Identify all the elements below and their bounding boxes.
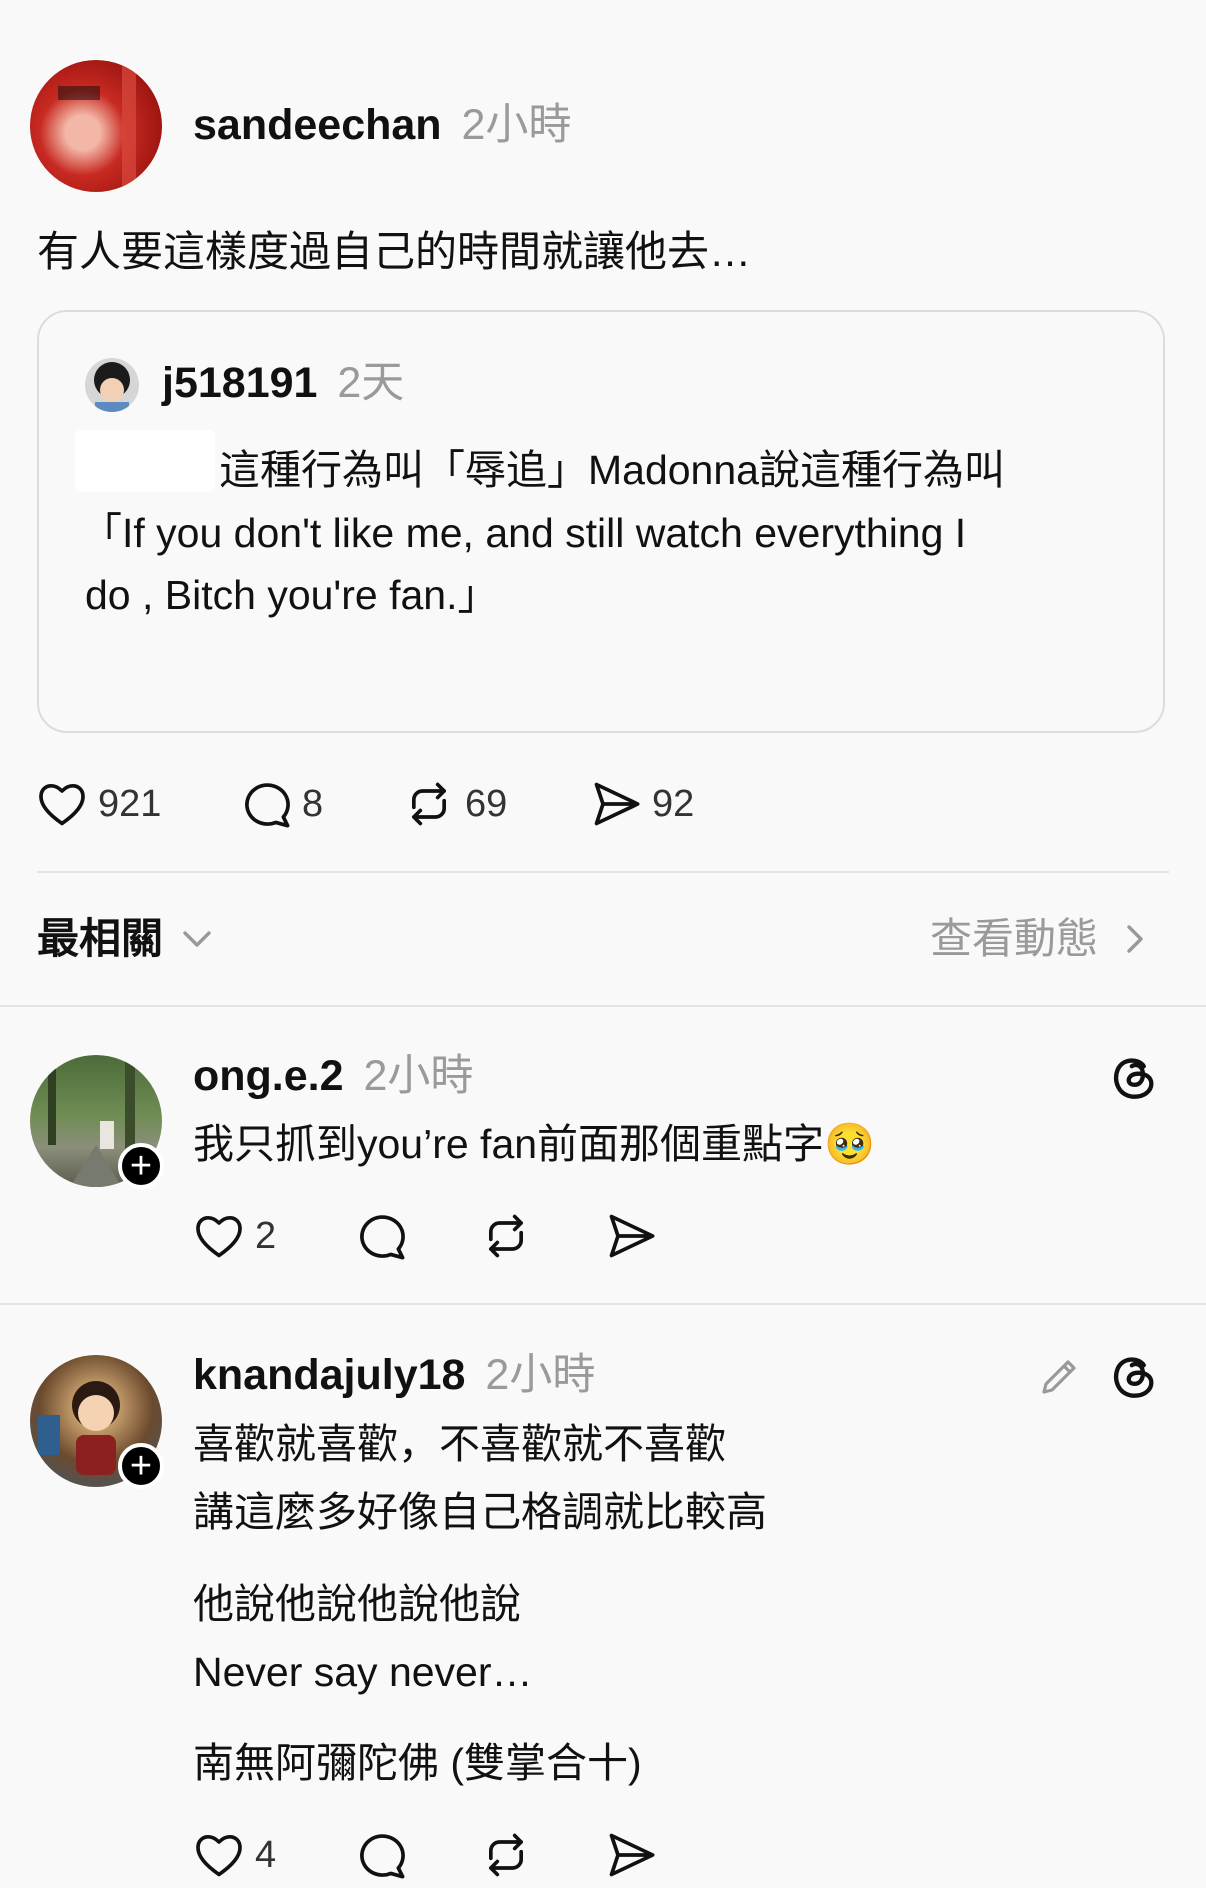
pencil-icon[interactable]	[1036, 1352, 1084, 1400]
comment-bubble-icon	[355, 1829, 407, 1881]
comment-bubble-icon	[240, 778, 292, 830]
comment-button[interactable]	[355, 1829, 407, 1881]
post-username[interactable]: sandeechan	[193, 101, 442, 149]
divider	[0, 1303, 1206, 1305]
reply-text-line-3: 他說他說他說他說	[193, 1581, 521, 1627]
like-button[interactable]: 921	[36, 778, 161, 830]
quote-text-line-1: 這種行為叫「辱追」Madonna說這種行為叫	[219, 447, 1005, 493]
quote-avatar-image	[94, 362, 130, 412]
divider	[37, 871, 1169, 873]
reply-text-line-5: 南無阿彌陀佛 (雙掌合十)	[193, 1740, 642, 1786]
reply-time: 2小時	[363, 1052, 474, 1100]
reply-header: knandajuly18 2小時	[193, 1346, 595, 1404]
repost-icon	[480, 1210, 532, 1262]
like-button[interactable]: 2	[193, 1210, 276, 1262]
comment-count: 8	[302, 782, 324, 825]
chevron-down-icon	[183, 931, 211, 947]
send-icon	[605, 1210, 657, 1262]
reply-text: 我只抓到you’re fan前面那個重點字🥹	[193, 1121, 876, 1167]
repost-count: 69	[465, 782, 508, 825]
like-count: 4	[255, 1833, 277, 1876]
quote-header: j518191 2天	[162, 354, 404, 412]
repost-icon	[403, 778, 455, 830]
reply-text-line-2: 講這麼多好像自己格調就比較高	[193, 1489, 767, 1535]
reply-header: ong.e.2 2小時	[193, 1047, 473, 1105]
reply-username[interactable]: ong.e.2	[193, 1052, 344, 1100]
comment-button[interactable]: 8	[240, 778, 323, 830]
follow-button[interactable]: +	[118, 1443, 164, 1489]
reply-username[interactable]: knandajuly18	[193, 1351, 465, 1399]
repost-icon	[480, 1829, 532, 1881]
send-icon	[590, 778, 642, 830]
quote-username[interactable]: j518191	[162, 359, 317, 407]
reply-text-line-4: Never say never…	[193, 1649, 533, 1695]
chevron-right-icon	[1127, 925, 1143, 953]
like-count: 921	[98, 782, 162, 825]
quote-text-line-2: 「If you don't like me, and still watch e…	[81, 510, 967, 556]
sort-label: 最相關	[37, 915, 164, 962]
redacted-mention	[75, 430, 215, 492]
threads-logo-icon[interactable]	[1108, 1050, 1160, 1102]
avatar-image	[58, 60, 136, 192]
post-time: 2小時	[461, 101, 572, 149]
heart-icon	[193, 1829, 245, 1881]
threads-logo-icon[interactable]	[1108, 1349, 1160, 1401]
quote-avatar[interactable]	[85, 358, 139, 412]
like-count: 2	[255, 1214, 277, 1257]
reply-text-line-1: 喜歡就喜歡，不喜歡就不喜歡	[193, 1421, 726, 1467]
heart-icon	[36, 778, 88, 830]
send-icon	[605, 1829, 657, 1881]
view-activity-label: 查看動態	[930, 915, 1099, 962]
heart-icon	[193, 1210, 245, 1262]
comment-bubble-icon	[355, 1210, 407, 1262]
quote-time: 2天	[337, 359, 405, 407]
like-button[interactable]: 4	[193, 1829, 276, 1881]
quote-text-line-3: do , Bitch you're fan.」	[85, 572, 499, 618]
post-header: sandeechan 2小時	[193, 96, 571, 154]
share-button[interactable]	[605, 1210, 657, 1262]
share-button[interactable]: 92	[590, 778, 694, 830]
share-button[interactable]	[605, 1829, 657, 1881]
follow-button[interactable]: +	[118, 1143, 164, 1189]
repost-button[interactable]: 69	[403, 778, 507, 830]
quoted-post-card[interactable]: j518191 2天 這種行為叫「辱追」Madonna說這種行為叫 「If yo…	[37, 310, 1165, 733]
divider	[0, 1005, 1206, 1007]
repost-button[interactable]	[480, 1829, 532, 1881]
avatar[interactable]	[30, 60, 162, 192]
share-count: 92	[652, 782, 695, 825]
comment-button[interactable]	[355, 1210, 407, 1262]
view-activity-link[interactable]: 查看動態	[930, 911, 1154, 967]
repost-button[interactable]	[480, 1210, 532, 1262]
reply-time: 2小時	[485, 1351, 596, 1399]
sort-dropdown[interactable]: 最相關	[37, 911, 217, 967]
post-text: 有人要這樣度過自己的時間就讓他去…	[37, 228, 752, 275]
